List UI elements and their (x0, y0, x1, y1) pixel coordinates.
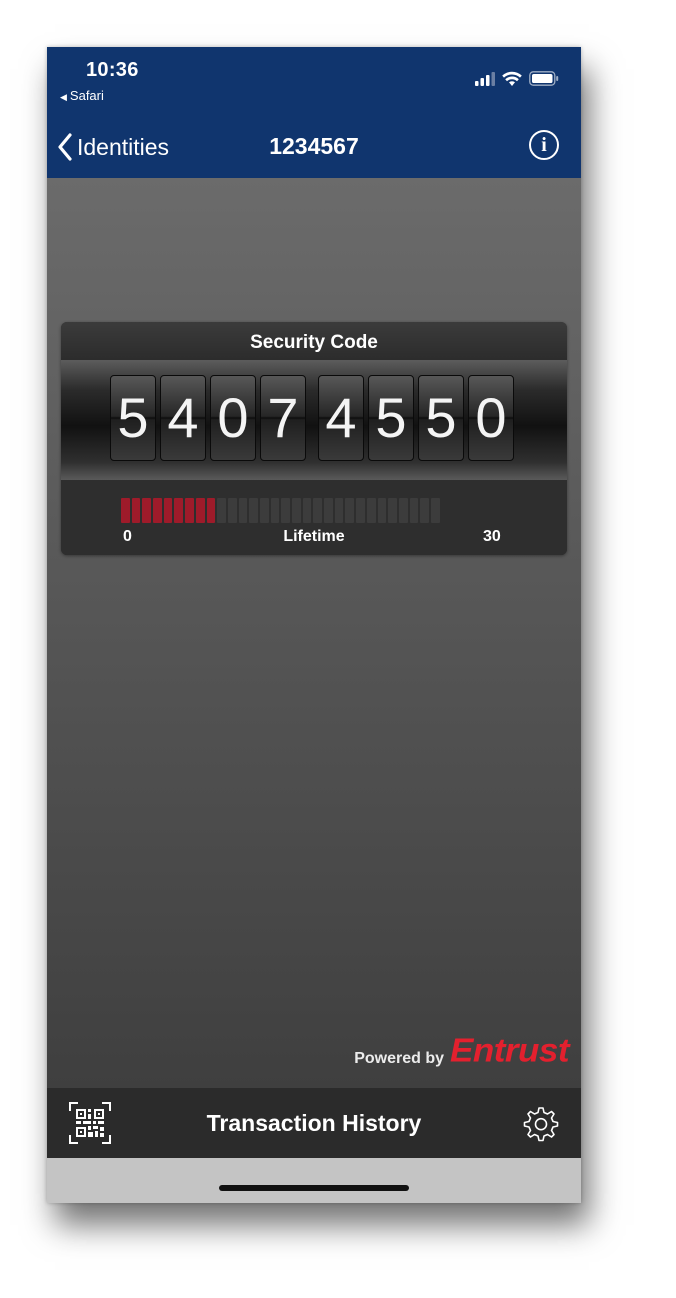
code-digit: 4 (318, 375, 364, 461)
code-digit: 5 (110, 375, 156, 461)
code-digit: 5 (368, 375, 414, 461)
back-app-label: Safari (69, 88, 104, 103)
lifetime-progress-bar (121, 498, 440, 523)
code-digit: 7 (260, 375, 306, 461)
transaction-history-button[interactable]: Transaction History (47, 1110, 581, 1137)
security-code-display: 5 4 0 7 4 5 5 0 (61, 360, 567, 480)
status-icons (475, 71, 559, 86)
lifetime-segment (313, 498, 323, 523)
lifetime-segment (131, 498, 141, 523)
home-indicator-area (47, 1158, 581, 1203)
code-digit: 4 (160, 375, 206, 461)
powered-by-label: Powered by (354, 1050, 444, 1067)
lifetime-segment (259, 498, 269, 523)
lifetime-segment (121, 498, 130, 523)
security-code-card: Security Code 5 4 0 7 4 5 5 0 Lifetime 0… (61, 322, 567, 555)
back-triangle-icon: ◀ (60, 92, 67, 102)
gear-icon (523, 1107, 559, 1142)
lifetime-segment (185, 498, 194, 523)
lifetime-max-label: 30 (483, 528, 501, 545)
lifetime-segment (153, 498, 162, 523)
info-icon: i (541, 133, 547, 156)
entrust-logo: Entrust (450, 1032, 570, 1070)
page-title: 1234567 (269, 133, 359, 159)
security-code-title: Security Code (61, 322, 567, 360)
lifetime-segment (388, 498, 397, 523)
lifetime-segment (217, 498, 226, 523)
main-content: Security Code 5 4 0 7 4 5 5 0 Lifetime 0… (47, 178, 581, 1088)
lifetime-min-label: 0 (123, 528, 132, 545)
lifetime-segment (270, 498, 280, 523)
bottom-toolbar: Transaction History (47, 1088, 581, 1158)
status-time: 10:36 (86, 59, 139, 81)
lifetime-segment (324, 498, 333, 523)
settings-button[interactable] (522, 1105, 560, 1143)
lifetime-segment (430, 498, 440, 523)
wifi-icon (502, 71, 522, 86)
lifetime-segment (409, 498, 419, 523)
battery-icon (529, 71, 559, 86)
lifetime-segment (292, 498, 301, 523)
lifetime-segment (345, 498, 355, 523)
code-digit: 5 (418, 375, 464, 461)
lifetime-segment (227, 498, 237, 523)
code-digit: 0 (210, 375, 256, 461)
info-button[interactable]: i (529, 130, 559, 160)
lifetime-segment (195, 498, 205, 523)
powered-by-branding: Powered by Entrust (354, 1031, 569, 1071)
lifetime-segment (334, 498, 344, 523)
lifetime-segment (163, 498, 173, 523)
lifetime-segment (281, 498, 290, 523)
phone-screen: 10:36 ◀ Safari Identities 1234567 i Secu… (47, 47, 581, 1203)
cellular-signal-icon (475, 71, 495, 86)
lifetime-bar-area: Lifetime 0 30 (61, 480, 567, 555)
lifetime-segment (420, 498, 429, 523)
lifetime-segment (174, 498, 184, 523)
code-digit: 0 (468, 375, 514, 461)
lifetime-segment (249, 498, 258, 523)
lifetime-segment (142, 498, 152, 523)
lifetime-segment (356, 498, 365, 523)
lifetime-segment (206, 498, 216, 523)
lifetime-segment (238, 498, 248, 523)
lifetime-segment (302, 498, 312, 523)
header: 10:36 ◀ Safari Identities 1234567 i (47, 47, 581, 178)
lifetime-segment (398, 498, 408, 523)
lifetime-segment (366, 498, 376, 523)
back-to-app-link[interactable]: ◀ Safari (60, 88, 104, 103)
lifetime-segment (377, 498, 387, 523)
home-indicator[interactable] (219, 1185, 409, 1191)
security-code-digits: 5 4 0 7 4 5 5 0 (110, 375, 518, 461)
